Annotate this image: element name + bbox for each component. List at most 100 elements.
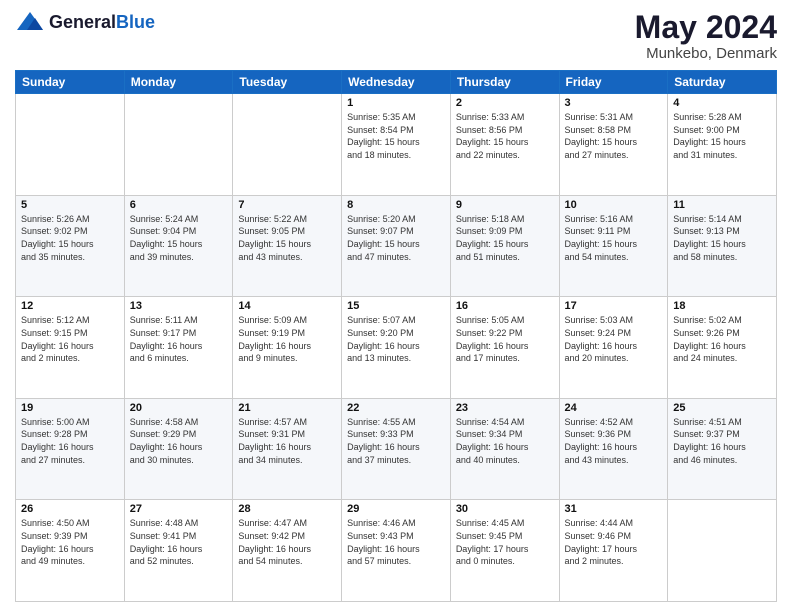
calendar-cell: 25Sunrise: 4:51 AM Sunset: 9:37 PM Dayli… — [668, 398, 777, 500]
calendar-cell: 30 Sunrise: 4:45 AM Sunset: 9:45 PM Dayli… — [450, 500, 559, 602]
day-number: 7 — [238, 199, 336, 211]
day-number: 2 — [456, 97, 554, 109]
day-info: Sunrise: 4:57 AM Sunset: 9:31 PM Dayligh… — [238, 416, 336, 466]
day-info: Sunrise: 4:54 AM Sunset: 9:34 PM Dayligh… — [456, 416, 554, 466]
weekday-header-friday: Friday — [559, 71, 668, 94]
day-info: Sunrise: 5:00 AM Sunset: 9:28 PM Dayligh… — [21, 416, 119, 466]
day-info: Sunrise: 5:28 AM Sunset: 9:00 PM Dayligh… — [673, 111, 771, 161]
calendar-cell: 15Sunrise: 5:07 AM Sunset: 9:20 PM Dayli… — [342, 297, 451, 399]
calendar-cell — [16, 94, 125, 196]
location: Munkebo, Denmark — [635, 45, 777, 62]
day-info: Sunrise: 4:47 AM Sunset: 9:42 PM Dayligh… — [238, 517, 336, 567]
week-row-3: 12Sunrise: 5:12 AM Sunset: 9:15 PM Dayli… — [16, 297, 777, 399]
day-info: Sunrise: 5:35 AM Sunset: 8:54 PM Dayligh… — [347, 111, 445, 161]
day-info: Sunrise: 5:33 AM Sunset: 8:56 PM Dayligh… — [456, 111, 554, 161]
day-number: 20 — [130, 402, 228, 414]
calendar-cell: 18Sunrise: 5:02 AM Sunset: 9:26 PM Dayli… — [668, 297, 777, 399]
day-info: Sunrise: 5:07 AM Sunset: 9:20 PM Dayligh… — [347, 314, 445, 364]
day-info: Sunrise: 5:20 AM Sunset: 9:07 PM Dayligh… — [347, 213, 445, 263]
calendar-cell: 21Sunrise: 4:57 AM Sunset: 9:31 PM Dayli… — [233, 398, 342, 500]
calendar-cell: 12Sunrise: 5:12 AM Sunset: 9:15 PM Dayli… — [16, 297, 125, 399]
day-info: Sunrise: 5:11 AM Sunset: 9:17 PM Dayligh… — [130, 314, 228, 364]
day-number: 28 — [238, 503, 336, 515]
calendar-cell: 24 Sunrise: 4:52 AM Sunset: 9:36 PM Dayli… — [559, 398, 668, 500]
calendar-cell: 23 Sunrise: 4:54 AM Sunset: 9:34 PM Dayli… — [450, 398, 559, 500]
day-number: 16 — [456, 300, 554, 312]
calendar: SundayMondayTuesdayWednesdayThursdayFrid… — [15, 70, 777, 602]
day-info: Sunrise: 5:31 AM Sunset: 8:58 PM Dayligh… — [565, 111, 663, 161]
week-row-1: 1Sunrise: 5:35 AM Sunset: 8:54 PM Daylig… — [16, 94, 777, 196]
logo-blue: Blue — [116, 12, 155, 32]
calendar-cell: 5Sunrise: 5:26 AM Sunset: 9:02 PM Daylig… — [16, 195, 125, 297]
calendar-cell: 27 Sunrise: 4:48 AM Sunset: 9:41 PM Dayli… — [124, 500, 233, 602]
day-info: Sunrise: 5:24 AM Sunset: 9:04 PM Dayligh… — [130, 213, 228, 263]
calendar-cell: 20 Sunrise: 4:58 AM Sunset: 9:29 PM Dayli… — [124, 398, 233, 500]
calendar-cell: 3 Sunrise: 5:31 AM Sunset: 8:58 PM Daylig… — [559, 94, 668, 196]
calendar-cell: 19 Sunrise: 5:00 AM Sunset: 9:28 PM Dayli… — [16, 398, 125, 500]
weekday-header-thursday: Thursday — [450, 71, 559, 94]
calendar-cell — [233, 94, 342, 196]
day-info: Sunrise: 4:52 AM Sunset: 9:36 PM Dayligh… — [565, 416, 663, 466]
day-info: Sunrise: 5:16 AM Sunset: 9:11 PM Dayligh… — [565, 213, 663, 263]
calendar-cell: 31 Sunrise: 4:44 AM Sunset: 9:46 PM Dayli… — [559, 500, 668, 602]
calendar-cell — [668, 500, 777, 602]
day-info: Sunrise: 5:09 AM Sunset: 9:19 PM Dayligh… — [238, 314, 336, 364]
calendar-cell: 2 Sunrise: 5:33 AM Sunset: 8:56 PM Daylig… — [450, 94, 559, 196]
day-number: 4 — [673, 97, 771, 109]
day-info: Sunrise: 5:22 AM Sunset: 9:05 PM Dayligh… — [238, 213, 336, 263]
title-block: May 2024 Munkebo, Denmark — [635, 10, 777, 62]
calendar-cell: 17 Sunrise: 5:03 AM Sunset: 9:24 PM Dayli… — [559, 297, 668, 399]
week-row-4: 19 Sunrise: 5:00 AM Sunset: 9:28 PM Dayli… — [16, 398, 777, 500]
page: GeneralBlue May 2024 Munkebo, Denmark Su… — [0, 0, 792, 612]
calendar-cell: 4 Sunrise: 5:28 AM Sunset: 9:00 PM Daylig… — [668, 94, 777, 196]
calendar-cell: 16 Sunrise: 5:05 AM Sunset: 9:22 PM Dayli… — [450, 297, 559, 399]
day-number: 19 — [21, 402, 119, 414]
day-number: 3 — [565, 97, 663, 109]
day-number: 8 — [347, 199, 445, 211]
day-info: Sunrise: 4:50 AM Sunset: 9:39 PM Dayligh… — [21, 517, 119, 567]
calendar-cell: 29 Sunrise: 4:46 AM Sunset: 9:43 PM Dayli… — [342, 500, 451, 602]
day-number: 26 — [21, 503, 119, 515]
calendar-cell: 8 Sunrise: 5:20 AM Sunset: 9:07 PM Daylig… — [342, 195, 451, 297]
day-number: 23 — [456, 402, 554, 414]
calendar-cell — [124, 94, 233, 196]
calendar-cell: 26 Sunrise: 4:50 AM Sunset: 9:39 PM Dayli… — [16, 500, 125, 602]
day-number: 14 — [238, 300, 336, 312]
day-number: 29 — [347, 503, 445, 515]
day-info: Sunrise: 5:18 AM Sunset: 9:09 PM Dayligh… — [456, 213, 554, 263]
day-number: 24 — [565, 402, 663, 414]
weekday-header-monday: Monday — [124, 71, 233, 94]
day-number: 18 — [673, 300, 771, 312]
day-info: Sunrise: 4:44 AM Sunset: 9:46 PM Dayligh… — [565, 517, 663, 567]
day-number: 22 — [347, 402, 445, 414]
day-number: 11 — [673, 199, 771, 211]
week-row-5: 26 Sunrise: 4:50 AM Sunset: 9:39 PM Dayli… — [16, 500, 777, 602]
day-info: Sunrise: 4:46 AM Sunset: 9:43 PM Dayligh… — [347, 517, 445, 567]
logo: GeneralBlue — [15, 10, 155, 34]
day-info: Sunrise: 4:48 AM Sunset: 9:41 PM Dayligh… — [130, 517, 228, 567]
day-info: Sunrise: 5:14 AM Sunset: 9:13 PM Dayligh… — [673, 213, 771, 263]
day-info: Sunrise: 5:26 AM Sunset: 9:02 PM Dayligh… — [21, 213, 119, 263]
day-number: 9 — [456, 199, 554, 211]
calendar-cell: 22Sunrise: 4:55 AM Sunset: 9:33 PM Dayli… — [342, 398, 451, 500]
calendar-cell: 28 Sunrise: 4:47 AM Sunset: 9:42 PM Dayli… — [233, 500, 342, 602]
day-number: 31 — [565, 503, 663, 515]
day-info: Sunrise: 5:12 AM Sunset: 9:15 PM Dayligh… — [21, 314, 119, 364]
day-info: Sunrise: 5:05 AM Sunset: 9:22 PM Dayligh… — [456, 314, 554, 364]
day-number: 27 — [130, 503, 228, 515]
weekday-header-row: SundayMondayTuesdayWednesdayThursdayFrid… — [16, 71, 777, 94]
weekday-header-saturday: Saturday — [668, 71, 777, 94]
day-info: Sunrise: 4:58 AM Sunset: 9:29 PM Dayligh… — [130, 416, 228, 466]
day-number: 17 — [565, 300, 663, 312]
weekday-header-wednesday: Wednesday — [342, 71, 451, 94]
calendar-cell: 14 Sunrise: 5:09 AM Sunset: 9:19 PM Dayli… — [233, 297, 342, 399]
day-number: 25 — [673, 402, 771, 414]
calendar-cell: 1Sunrise: 5:35 AM Sunset: 8:54 PM Daylig… — [342, 94, 451, 196]
week-row-2: 5Sunrise: 5:26 AM Sunset: 9:02 PM Daylig… — [16, 195, 777, 297]
day-number: 30 — [456, 503, 554, 515]
calendar-cell: 6Sunrise: 5:24 AM Sunset: 9:04 PM Daylig… — [124, 195, 233, 297]
calendar-cell: 13Sunrise: 5:11 AM Sunset: 9:17 PM Dayli… — [124, 297, 233, 399]
day-info: Sunrise: 5:03 AM Sunset: 9:24 PM Dayligh… — [565, 314, 663, 364]
day-info: Sunrise: 4:45 AM Sunset: 9:45 PM Dayligh… — [456, 517, 554, 567]
weekday-header-sunday: Sunday — [16, 71, 125, 94]
